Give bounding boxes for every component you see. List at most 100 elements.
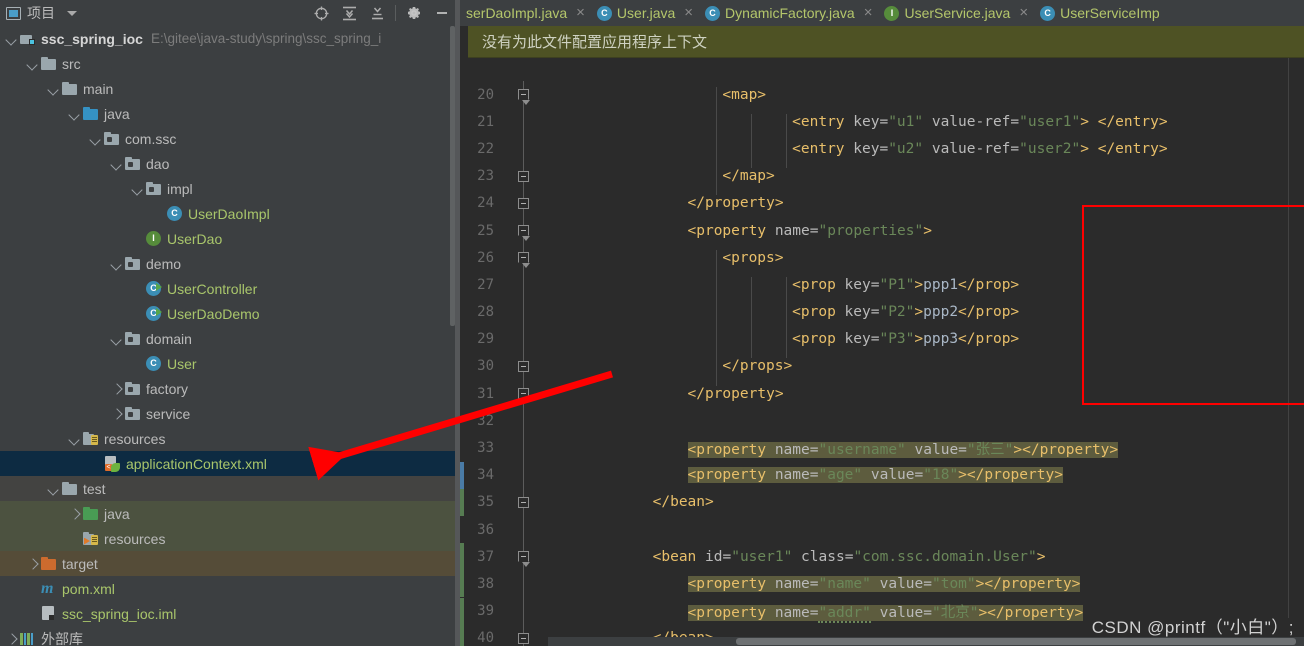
tree-row-impl[interactable]: impl [0,176,460,201]
tree-row-ssc-spring-ioc-iml[interactable]: ssc_spring_ioc.iml [0,601,460,626]
chevron-right-icon[interactable] [111,383,123,395]
code-fold-gutter[interactable] [504,380,544,408]
tree-row-java[interactable]: java [0,501,460,526]
code-fold-gutter[interactable] [504,244,544,272]
close-tab-icon[interactable]: × [576,5,585,20]
code-line[interactable]: 30 </props> [460,352,1304,386]
tree-row-pom-xml[interactable]: m pom.xml [0,576,460,601]
code-fold-gutter[interactable] [504,434,544,462]
code-fold-gutter[interactable] [504,407,544,435]
code-fold-gutter[interactable] [504,271,544,299]
code-text[interactable]: <property name="name" value="tom"></prop… [544,575,1304,592]
close-tab-icon[interactable]: × [864,5,873,20]
code-fold-gutter[interactable] [504,461,544,489]
tree-row-service[interactable]: service [0,401,460,426]
tree-row-factory[interactable]: factory [0,376,460,401]
code-fold-gutter[interactable] [504,162,544,190]
tree-row-java[interactable]: java [0,101,460,126]
tree-row-main[interactable]: main [0,76,460,101]
chevron-down-icon[interactable] [111,258,123,270]
code-fold-gutter[interactable] [504,216,544,245]
editor-tab[interactable]: C UserServiceImp [1034,0,1166,26]
fold-end-icon[interactable] [518,197,529,209]
code-line[interactable]: 31 </property> [460,380,1304,408]
fold-end-icon[interactable] [518,632,529,644]
code-fold-gutter[interactable] [504,81,544,109]
chevron-right-icon[interactable] [6,633,18,645]
code-text[interactable]: <props> [544,249,1304,277]
tree-row-src[interactable]: src [0,51,460,76]
code-line[interactable]: 24 </property> [460,189,1304,217]
code-fold-gutter[interactable] [504,543,544,571]
fold-collapse-icon[interactable] [518,252,530,269]
tree-row-usercontroller[interactable]: C UserController [0,276,460,301]
close-tab-icon[interactable]: × [1019,5,1028,20]
tree-row-applicationcontext-xml[interactable]: < applicationContext.xml [0,451,460,476]
tree-row-userdaodemo[interactable]: C UserDaoDemo [0,301,460,326]
code-lines[interactable]: 20 <map> 21 <entry key="u1" value-ref="user… [460,81,1304,646]
tree-row-user[interactable]: C User [0,351,460,376]
chevron-down-icon[interactable] [111,158,123,170]
code-fold-gutter[interactable] [504,108,544,136]
code-fold-gutter[interactable] [504,624,544,646]
code-line[interactable]: 35 </bean> [460,488,1304,516]
code-fold-gutter[interactable] [504,488,544,516]
fold-end-icon[interactable] [518,388,529,400]
chevron-down-icon[interactable] [69,433,81,445]
settings-gear-icon[interactable] [400,0,428,26]
code-text[interactable]: <entry key="u2" value-ref="user2"> </ent… [544,140,1304,169]
fold-collapse-icon[interactable] [518,224,530,241]
select-opened-file-icon[interactable] [307,0,335,26]
code-text[interactable]: <property name="properties"> [544,223,1304,239]
code-line[interactable]: 25 <property name="properties"> [460,216,1304,245]
chevron-down-icon[interactable] [67,10,77,16]
tree-row-dao[interactable]: dao [0,151,460,176]
chevron-down-icon[interactable] [6,33,18,45]
code-text[interactable]: </property> [544,386,1304,402]
code-line[interactable]: 34 <property name="age" value="18"></prop… [460,461,1304,489]
code-text[interactable]: <entry key="u1" value-ref="user1"> </ent… [544,113,1304,141]
tree-row-demo[interactable]: demo [0,251,460,276]
fold-end-icon[interactable] [518,170,529,182]
code-text[interactable]: <property name="age" value="18"></proper… [544,467,1304,484]
code-line[interactable]: 26 <props> [460,244,1304,277]
chevron-down-icon[interactable] [48,483,60,495]
chevron-down-icon[interactable] [27,58,39,70]
tree-row--[interactable]: 外部库 [0,626,460,646]
code-text[interactable]: <map> [544,86,1304,114]
code-line[interactable]: 37 <bean id="user1" class="com.ssc.domain… [460,543,1304,571]
collapse-all-icon[interactable] [363,0,391,26]
code-line[interactable]: 36 [460,516,1304,544]
code-editor[interactable]: 20 <map> 21 <entry key="u1" value-ref="user… [460,26,1304,646]
code-text[interactable]: <property name="username" value="张三"></p… [544,438,1304,459]
code-fold-gutter[interactable] [504,597,544,625]
fold-collapse-icon[interactable] [518,89,530,105]
tree-row-userdaoimpl[interactable]: C UserDaoImpl [0,201,460,226]
chevron-down-icon[interactable] [90,133,102,145]
chevron-down-icon[interactable] [111,333,123,345]
code-text[interactable]: <prop key="P2">ppp2</prop> [544,304,1304,332]
code-fold-gutter[interactable] [504,352,544,381]
chevron-right-icon[interactable] [111,408,123,420]
code-fold-gutter[interactable] [504,189,544,217]
code-line[interactable]: 38 <property name="name" value="tom"></pr… [460,570,1304,598]
code-fold-gutter[interactable] [504,298,544,326]
fold-end-icon[interactable] [518,360,529,372]
code-text[interactable]: <prop key="P3">ppp3</prop> [544,331,1304,359]
code-text[interactable]: </bean> [544,494,1304,510]
fold-collapse-icon[interactable] [518,551,530,568]
tree-row-resources[interactable]: resources [0,526,460,551]
editor-tab[interactable]: C User.java × [591,0,699,26]
editor-tab[interactable]: I UserService.java × [878,0,1034,26]
expand-all-icon[interactable] [335,0,363,26]
code-text[interactable]: <bean id="user1" class="com.ssc.domain.U… [544,549,1304,565]
editor-tab[interactable]: C DynamicFactory.java × [699,0,878,26]
code-text[interactable]: </map> [544,168,1304,196]
close-tab-icon[interactable]: × [684,5,693,20]
editor-horizontal-scrollbar[interactable] [548,637,1304,646]
editor-tab[interactable]: serDaoImpl.java × [460,0,591,26]
chevron-right-icon[interactable] [69,508,81,520]
code-line[interactable]: 32 [460,407,1304,435]
fold-end-icon[interactable] [518,496,529,508]
code-fold-gutter[interactable] [504,325,544,353]
